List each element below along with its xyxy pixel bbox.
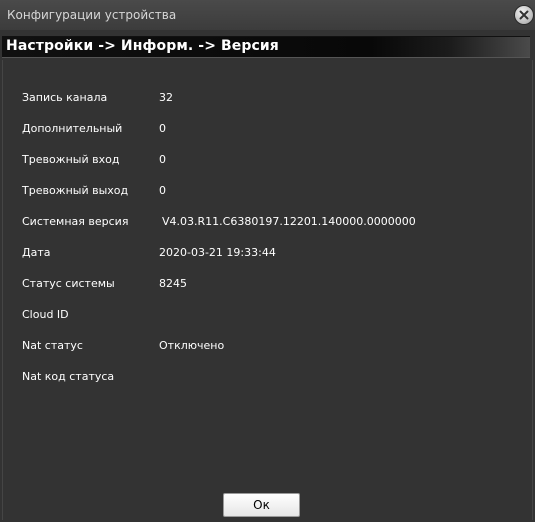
breadcrumb: Настройки -> Информ. -> Версия <box>6 38 279 54</box>
info-label: Дополнительный <box>22 122 123 135</box>
info-label: Запись канала <box>22 91 108 104</box>
info-label: Nat код статуса <box>22 370 115 383</box>
info-label: Nat статус <box>22 339 83 352</box>
info-value: V4.03.R11.C6380197.12201.140000.0000000 <box>162 215 416 228</box>
info-value: 32 <box>159 91 173 104</box>
info-label: Статус системы <box>22 277 115 290</box>
info-value: Отключено <box>159 339 225 352</box>
info-label: Cloud ID <box>22 308 69 321</box>
info-value: 0 <box>159 184 166 197</box>
device-config-window: Конфигурации устройства Настройки -> Инф… <box>0 0 535 522</box>
info-value: 2020-03-21 19:33:44 <box>159 246 276 259</box>
info-label: Тревожный вход <box>22 153 120 166</box>
info-value: 0 <box>159 122 166 135</box>
ok-button[interactable]: Ок <box>223 493 300 517</box>
info-label: Системная версия <box>22 215 129 228</box>
close-icon <box>519 10 529 20</box>
info-label: Дата <box>22 246 51 259</box>
info-value: 8245 <box>159 277 187 290</box>
info-label: Тревожный выход <box>22 184 129 197</box>
close-button[interactable] <box>515 6 533 24</box>
info-value: 0 <box>159 153 166 166</box>
title-bar[interactable]: Конфигурации устройства <box>0 0 535 30</box>
window-title: Конфигурации устройства <box>7 8 177 22</box>
breadcrumb-bar: Настройки -> Информ. -> Версия <box>2 36 530 58</box>
